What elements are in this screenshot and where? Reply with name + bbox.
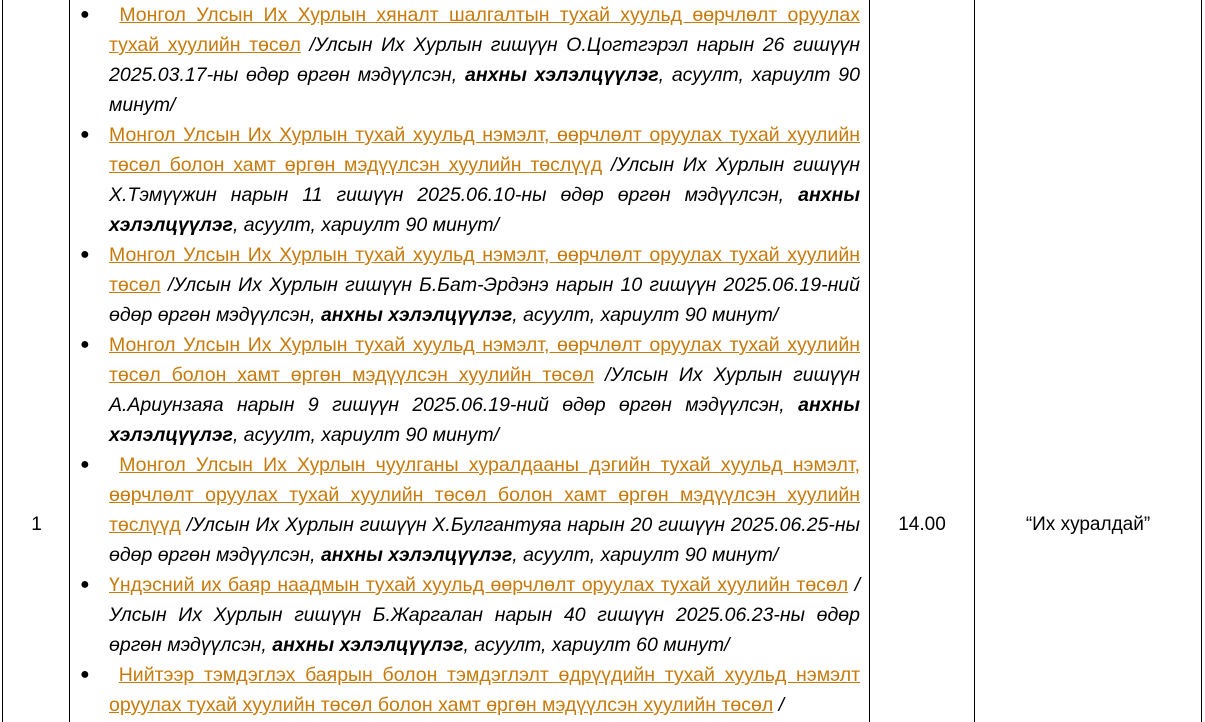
bill-link[interactable]: Нийтээр тэмдэглэх баярын болон тэмдэглэл… <box>109 664 860 716</box>
bullet-icon: ● <box>80 126 90 143</box>
session-time: 14.00 <box>898 514 946 535</box>
question-answer-duration: , асуулт, хариулт 60 минут/ <box>463 634 730 656</box>
bullet-icon: ● <box>80 6 90 23</box>
table-border-left <box>2 0 3 722</box>
agenda-item: ● Үндэсний их баяр наадмын тухай хуульд ө… <box>70 570 860 660</box>
bullet-icon: ● <box>80 336 90 353</box>
discussion-stage: анхны хэлэлцүүлэг <box>320 544 513 566</box>
agenda-table: 1 ● Монгол Улсын Их Хурлын хяналт шалгал… <box>0 0 1205 722</box>
agenda-item: ● Монгол Улсын Их Хурлын тухай хуульд нэм… <box>70 330 860 450</box>
agenda-item: ● Монгол Улсын Их Хурлын хяналт шалгалты… <box>70 0 860 120</box>
question-answer-duration: , асуулт, хариулт 90 минут/ <box>232 214 500 236</box>
bullet-icon: ● <box>80 456 90 473</box>
bullet-icon: ● <box>80 576 90 593</box>
discussion-stage: анхны хэлэлцүүлэг <box>320 304 513 326</box>
question-answer-duration: , асуулт, хариулт 90 минут/ <box>232 424 500 446</box>
discussion-stage: анхны хэлэлцүүлэг <box>272 634 464 656</box>
agenda-item-list: ● Монгол Улсын Их Хурлын хяналт шалгалты… <box>70 0 870 720</box>
bill-description: /Улсын Их Хурлын гишүүн Б.Бат-Эрдэнэ нар… <box>109 274 860 326</box>
question-answer-duration: , асуулт, хариулт 90 минут/ <box>512 544 779 566</box>
item-leading-space <box>109 454 119 476</box>
bullet-icon: ● <box>80 666 90 683</box>
session-place: “Их хуралдай” <box>1025 514 1151 535</box>
description-text: / <box>773 694 785 716</box>
discussion-stage: анхны хэлэлцүүлэг <box>464 64 659 86</box>
bullet-icon: ● <box>80 246 90 263</box>
bill-description: / <box>773 694 784 716</box>
agenda-content-cell: ● Монгол Улсын Их Хурлын хяналт шалгалты… <box>70 0 870 720</box>
agenda-item: ● Монгол Улсын Их Хурлын чуулганы хуралд… <box>70 450 860 570</box>
question-answer-duration: , асуулт, хариулт 90 минут/ <box>512 304 779 326</box>
item-leading-space <box>109 4 119 26</box>
agenda-item: ● Монгол Улсын Их Хурлын тухай хуульд нэм… <box>70 240 860 330</box>
agenda-item: ● Монгол Улсын Их Хурлын тухай хуульд нэм… <box>70 120 860 240</box>
row-number: 1 <box>31 514 42 535</box>
item-leading-space <box>109 664 119 686</box>
bill-description: /Улсын Их Хурлын гишүүн Х.Булгантуяа нар… <box>109 514 860 566</box>
bill-link[interactable]: Үндэсний их баяр наадмын тухай хуульд өө… <box>109 574 848 596</box>
table-border-right <box>1201 0 1202 722</box>
column-divider-time <box>974 0 975 722</box>
agenda-item: ● Нийтээр тэмдэглэх баярын болон тэмдэгл… <box>70 660 860 720</box>
